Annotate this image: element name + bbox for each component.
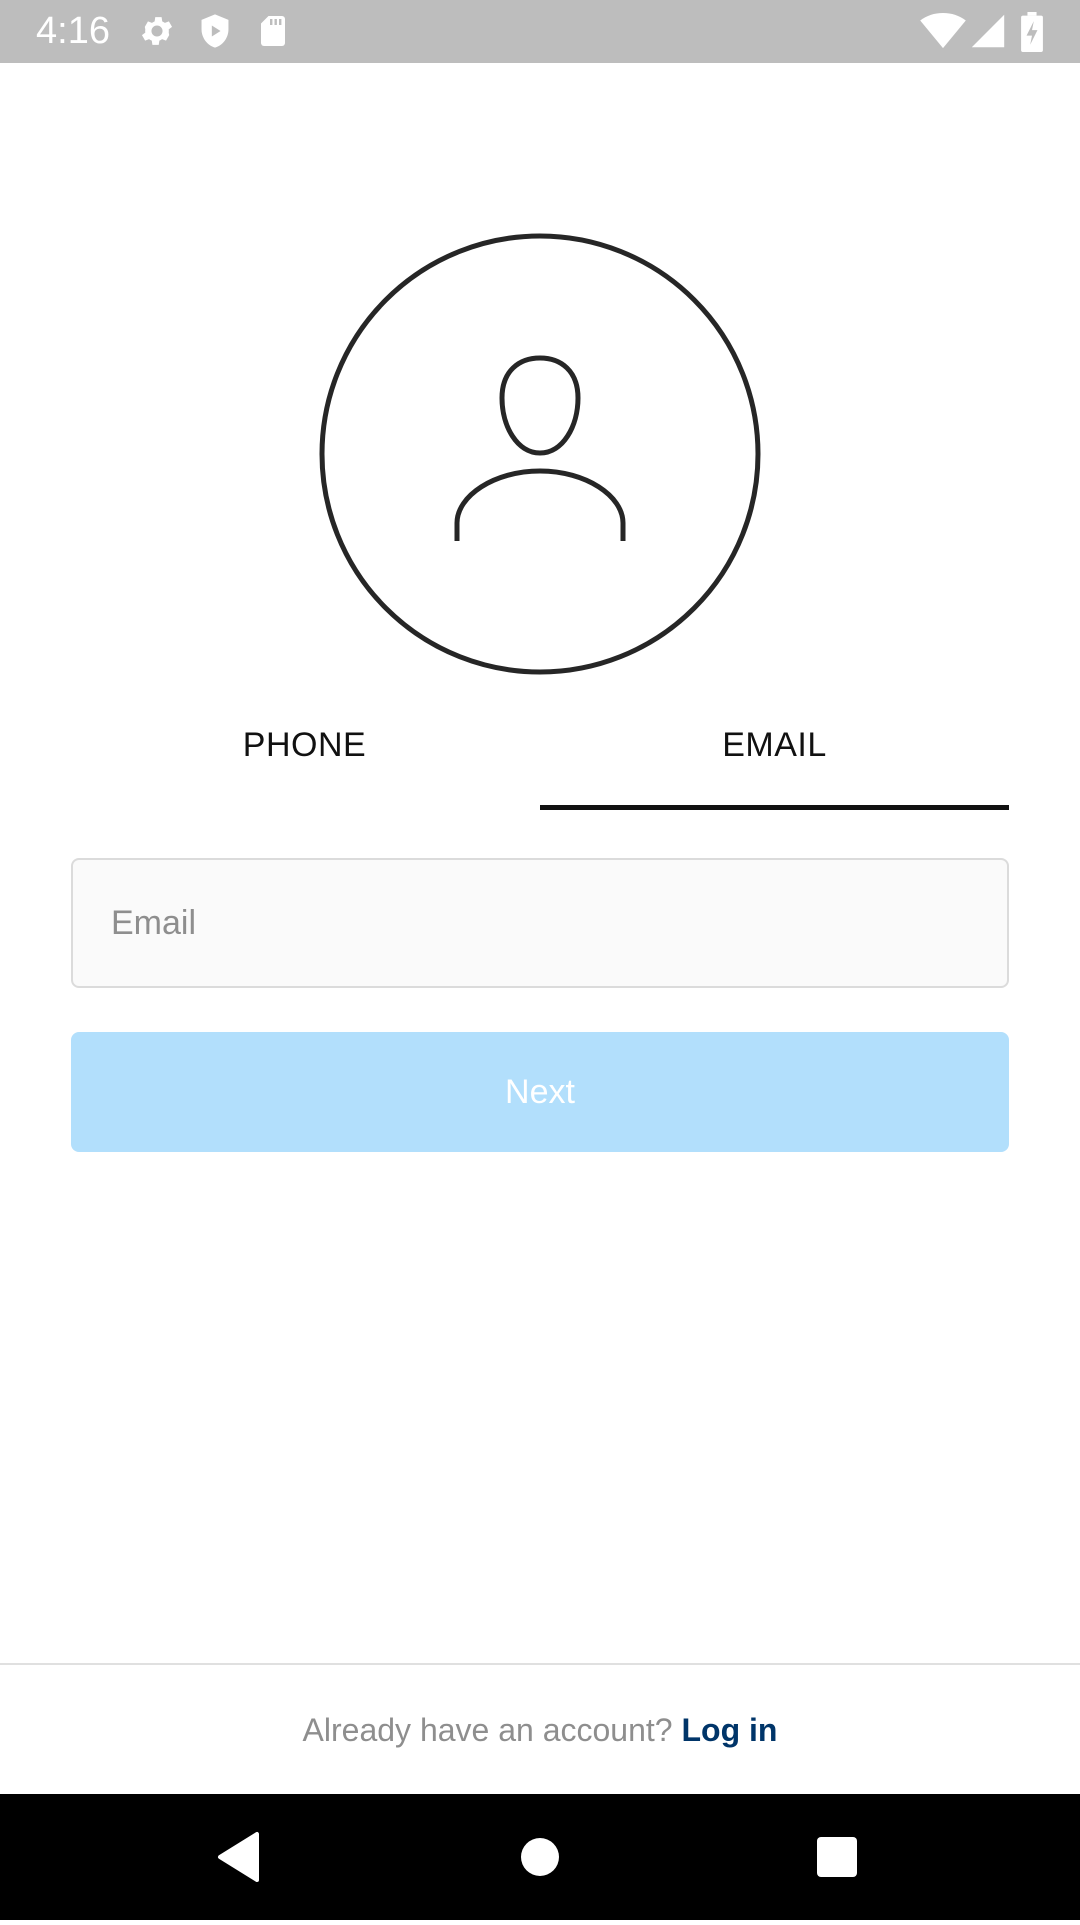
footer: Already have an account? Log in — [0, 1665, 1080, 1795]
signal-icon — [970, 12, 1006, 55]
tab-phone[interactable]: PHONE — [70, 700, 539, 810]
login-link[interactable]: Log in — [681, 1712, 777, 1748]
tab-email[interactable]: EMAIL — [540, 700, 1009, 810]
next-button[interactable]: Next — [71, 1032, 1009, 1152]
avatar — [319, 233, 761, 675]
tab-email-label: EMAIL — [722, 726, 827, 764]
status-time: 4:16 — [36, 10, 110, 52]
tab-phone-label: PHONE — [242, 726, 367, 764]
email-field[interactable] — [71, 858, 1009, 988]
home-button[interactable] — [500, 1794, 580, 1920]
footer-prompt: Already have an account? — [302, 1712, 673, 1748]
tab-active-indicator — [540, 805, 1009, 810]
navigation-bar — [0, 1794, 1080, 1920]
wifi-icon — [920, 12, 966, 55]
gear-icon — [138, 12, 176, 55]
recents-icon — [817, 1837, 857, 1877]
recents-button[interactable] — [798, 1794, 878, 1920]
sd-card-icon — [255, 12, 291, 55]
back-icon — [218, 1832, 259, 1882]
battery-charging-icon — [1020, 12, 1044, 57]
back-button[interactable] — [200, 1794, 280, 1920]
shield-icon — [196, 12, 234, 55]
person-outline-icon — [319, 233, 761, 675]
status-bar: 4:16 — [0, 0, 1080, 63]
home-icon — [521, 1838, 559, 1876]
next-button-label: Next — [505, 1072, 575, 1111]
